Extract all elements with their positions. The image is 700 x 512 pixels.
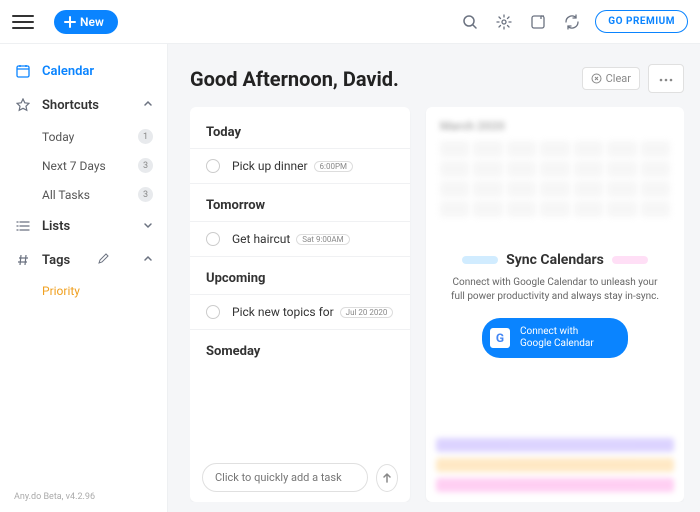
sidebar: Calendar Shortcuts Today 1 Next 7 Days 3… [0,44,168,512]
section-today: Today [190,121,410,148]
task-time-badge: 6:00PM [314,161,353,172]
pencil-icon[interactable] [98,253,109,268]
more-button[interactable] [648,64,684,93]
more-icon [659,78,673,82]
sidebar-item-next7days[interactable]: Next 7 Days 3 [0,151,167,180]
main: Good Afternoon, David. Clear Today Pick … [168,44,700,512]
new-button[interactable]: New [54,10,118,34]
count-badge: 3 [138,187,153,202]
page-title: Good Afternoon, David. [190,67,399,91]
sidebar-item-lists[interactable]: Lists [0,209,167,243]
refresh-icon[interactable] [557,7,587,37]
sidebar-item-label: All Tasks [42,188,90,202]
note-icon[interactable] [523,7,553,37]
hash-icon [14,251,32,269]
clear-button-label: Clear [606,72,631,85]
sidebar-item-label: Today [42,130,74,144]
section-upcoming: Upcoming [190,267,410,294]
sidebar-item-label: Next 7 Days [42,159,106,173]
task-time-badge: Jul 20 2020 [340,307,394,318]
task-checkbox[interactable] [206,232,220,246]
clear-button[interactable]: Clear [582,67,640,90]
new-button-label: New [80,15,104,29]
plus-icon [64,16,76,28]
task-checkbox[interactable] [206,159,220,173]
task-checkbox[interactable] [206,305,220,319]
task-text: Pick new topics for [232,305,334,319]
chevron-up-icon [143,253,153,268]
sidebar-footer: Any.do Beta, v4.2.96 [0,482,167,512]
search-icon[interactable] [455,7,485,37]
sidebar-item-calendar[interactable]: Calendar [0,54,167,88]
menu-icon[interactable] [12,11,34,33]
sync-overlay: Sync Calendars Connect with Google Calen… [426,107,684,502]
connect-button-label: Connect with Google Calendar [520,326,610,350]
task-row[interactable]: Get haircut Sat 9:00AM [190,221,410,257]
topbar: New GO PREMIUM [0,0,700,44]
submit-task-button[interactable] [376,464,398,492]
gear-icon[interactable] [489,7,519,37]
clear-icon [591,73,602,84]
star-icon [14,96,32,114]
sidebar-item-today[interactable]: Today 1 [0,122,167,151]
google-icon: G [490,328,510,348]
tasks-card: Today Pick up dinner 6:00PM Tomorrow Get… [190,107,410,502]
task-row[interactable]: Pick new topics for Jul 20 2020 [190,294,410,330]
calendar-icon [14,62,32,80]
connect-google-calendar-button[interactable]: G Connect with Google Calendar [482,318,628,358]
sidebar-item-alltasks[interactable]: All Tasks 3 [0,180,167,209]
chevron-up-icon [143,98,153,113]
sidebar-item-shortcuts[interactable]: Shortcuts [0,88,167,122]
arrow-up-icon [381,472,393,484]
task-text: Pick up dinner [232,159,308,173]
section-someday: Someday [190,340,410,367]
task-time-badge: Sat 9:00AM [296,234,349,245]
sync-description: Connect with Google Calendar to unleash … [446,276,664,304]
count-badge: 1 [138,129,153,144]
count-badge: 3 [138,158,153,173]
calendar-card: March 2020 Sync Calendars C [426,107,684,502]
sync-title: Sync Calendars [506,252,604,268]
add-task-input[interactable] [202,463,368,492]
sidebar-item-label: Lists [42,219,70,234]
section-tomorrow: Tomorrow [190,194,410,221]
sidebar-item-label: Tags [42,253,70,268]
task-text: Get haircut [232,232,290,246]
sidebar-item-label: Shortcuts [42,98,99,113]
list-icon [14,217,32,235]
go-premium-button[interactable]: GO PREMIUM [595,10,688,33]
task-row[interactable]: Pick up dinner 6:00PM [190,148,410,184]
sidebar-tag-priority[interactable]: Priority [0,277,167,305]
sidebar-item-tags[interactable]: Tags [0,243,167,277]
sidebar-item-label: Calendar [42,64,94,79]
chevron-down-icon [143,219,153,234]
